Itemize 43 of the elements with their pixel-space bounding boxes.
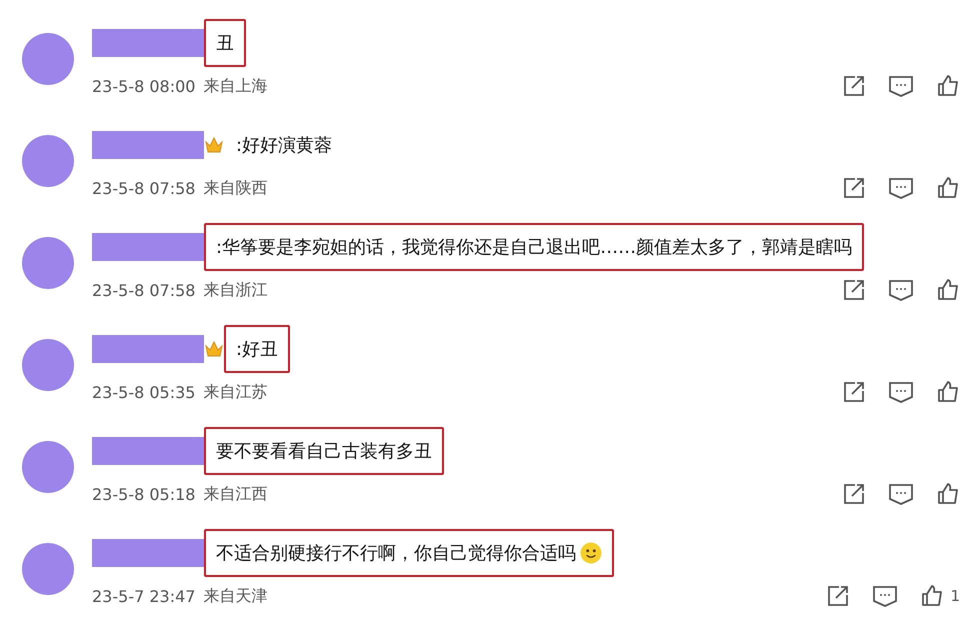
share-icon[interactable] — [842, 176, 866, 200]
share-icon[interactable] — [842, 380, 866, 404]
share-icon[interactable] — [842, 278, 866, 302]
location-label: 来自天津 — [203, 586, 268, 606]
like-icon[interactable] — [936, 74, 960, 98]
location-label: 来自浙江 — [203, 280, 268, 300]
timestamp: 23-5-7 23:47 — [92, 586, 196, 606]
avatar[interactable] — [22, 441, 74, 493]
comment-icon[interactable] — [888, 278, 914, 302]
location-label: 来自上海 — [203, 76, 268, 96]
timestamp: 23-5-8 05:18 — [92, 484, 196, 504]
comment-text: :华筝要是李宛妲的话，我觉得你还是自己退出吧……颜值差太多了，郭靖是瞎吗 — [204, 223, 864, 271]
like-icon[interactable] — [936, 278, 960, 302]
like-icon[interactable] — [936, 176, 960, 200]
share-icon[interactable] — [842, 482, 866, 506]
timestamp: 23-5-8 05:35 — [92, 382, 196, 402]
location-label: 来自江西 — [203, 484, 268, 504]
timestamp: 23-5-8 07:58 — [92, 178, 196, 198]
comment-icon[interactable] — [888, 380, 914, 404]
comment-text: :好好演黄蓉 — [235, 134, 334, 158]
comment-icon[interactable] — [888, 74, 914, 98]
like-icon[interactable] — [920, 584, 944, 608]
location-label: 来自江苏 — [203, 382, 268, 402]
comment-icon[interactable] — [888, 482, 914, 506]
like-count: 1 — [950, 587, 960, 605]
location-label: 来自陕西 — [203, 178, 268, 198]
avatar[interactable] — [22, 237, 74, 289]
like-icon[interactable] — [936, 482, 960, 506]
share-icon[interactable] — [842, 74, 866, 98]
comment-text: 不适合别硬接行不行啊，你自己觉得你合适吗 — [204, 529, 614, 577]
comment-icon[interactable] — [872, 584, 898, 608]
comment-text: 要不要看看自己古装有多丑 — [204, 427, 444, 475]
avatar[interactable] — [22, 33, 74, 85]
comment-text: 丑 — [204, 19, 246, 67]
timestamp: 23-5-8 08:00 — [92, 76, 196, 96]
avatar[interactable] — [22, 543, 74, 595]
comment-text: :好丑 — [224, 325, 290, 373]
avatar[interactable] — [22, 339, 74, 391]
like-icon[interactable] — [936, 380, 960, 404]
share-icon[interactable] — [826, 584, 850, 608]
timestamp: 23-5-8 07:58 — [92, 280, 196, 300]
avatar[interactable] — [22, 135, 74, 187]
comment-icon[interactable] — [888, 176, 914, 200]
